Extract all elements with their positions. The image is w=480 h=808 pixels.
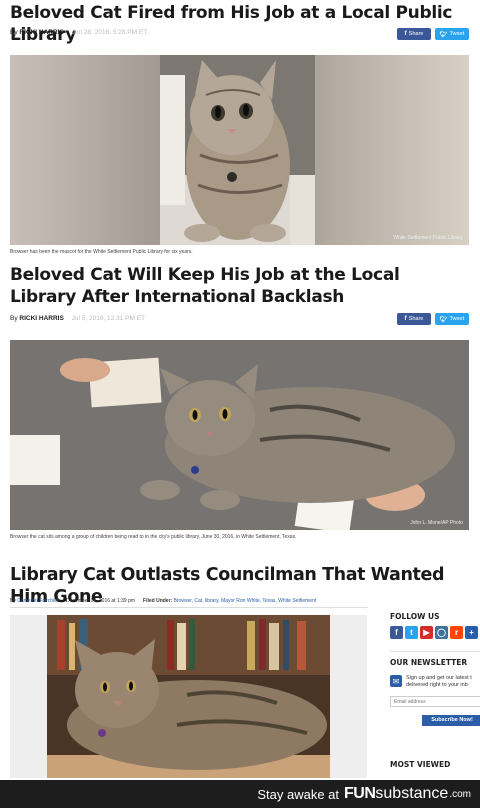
newsletter-title: OUR NEWSLETTER — [390, 658, 468, 667]
twitter-icon[interactable]: t — [405, 626, 418, 639]
logo-domain: .com — [449, 788, 471, 800]
reddit-icon[interactable]: r — [450, 626, 463, 639]
byline-date: December 14, 2016 at 1:39 pm — [66, 598, 136, 604]
logo-substance: substance — [375, 785, 449, 802]
newsletter-text-line-1: Sign up and get our latest t — [406, 675, 472, 681]
facebook-share-button[interactable]: f Share — [397, 28, 431, 40]
newsletter-text-line-2: delivered right to your inb — [406, 682, 468, 688]
sidebar-divider — [390, 651, 480, 652]
email-field[interactable] — [390, 696, 480, 707]
more-social-icon[interactable]: + — [465, 626, 478, 639]
facebook-icon: f — [404, 316, 407, 322]
twitter-icon: 🐦︎ — [439, 316, 448, 323]
article-2-byline: By RICKI HARRIS Jul 5, 2016, 12:31 PM ET — [10, 315, 145, 322]
facebook-icon[interactable]: f — [390, 626, 403, 639]
instagram-icon[interactable]: ◯ — [435, 626, 448, 639]
meta-divider — [10, 607, 368, 608]
twitter-icon: 🐦︎ — [439, 31, 448, 38]
footer-tagline: Stay awake at — [257, 786, 339, 802]
filed-under: Filed Under: Browser, Cat, library, Mayo… — [143, 598, 316, 604]
article-2-cat-photo: John L. Mone/AP Photo — [10, 340, 469, 530]
subscribe-button[interactable]: Subscribe Now! — [422, 714, 480, 726]
filed-under-label: Filed Under: — [143, 598, 173, 604]
cat-in-bookshelf-illustration — [47, 615, 330, 778]
newsletter-pitch: ✉ Sign up and get our latest t delivered… — [390, 675, 480, 689]
article-1: Beloved Cat Fired from His Job at a Loca… — [0, 0, 480, 256]
tag-links[interactable]: Browser, Cat, library, Mayor Ron White, … — [174, 598, 317, 604]
logo-fun: FUN — [344, 785, 376, 802]
byline-author[interactable]: RICKI HARRIS — [19, 315, 63, 322]
byline-author-wrap: By Cameron Fairchild — [10, 598, 58, 604]
article-1-byline: By RICKI HARRIS Jun 28, 2016, 5:28 PM ET — [10, 29, 147, 36]
facebook-icon: f — [404, 31, 407, 37]
follow-us-title: FOLLOW US — [390, 612, 440, 621]
share-buttons: f Share 🐦︎ Tweet — [397, 313, 469, 325]
funsubstance-footer: Stay awake at FUN substance .com — [0, 780, 480, 808]
twitter-tweet-button[interactable]: 🐦︎ Tweet — [435, 313, 469, 325]
byline-author[interactable]: Cameron Fairchild — [17, 598, 58, 604]
article-1-cat-photo: White Settlement Public Library — [10, 55, 469, 245]
article-2: Beloved Cat Will Keep His Job at the Loc… — [0, 258, 480, 558]
share-label: Share — [408, 31, 424, 37]
funsubstance-logo[interactable]: FUN substance .com — [344, 785, 471, 803]
article-2-caption: Browser the cat sits among a group of ch… — [10, 534, 297, 540]
article-3-cat-photo — [47, 615, 330, 778]
youtube-icon[interactable]: ▶ — [420, 626, 433, 639]
social-icons: f t ▶ ◯ r + — [390, 626, 480, 639]
tweet-label: Tweet — [449, 316, 465, 322]
tweet-label: Tweet — [449, 31, 465, 37]
article-1-caption: Browser has been the mascot for the Whit… — [10, 249, 193, 255]
byline-date: Jun 28, 2016, 5:28 PM ET — [71, 29, 148, 36]
byline-by: By — [10, 29, 18, 36]
article-3-photo-frame — [10, 615, 367, 778]
article-3-meta: By Cameron Fairchild December 14, 2016 a… — [10, 598, 316, 604]
byline-by: By — [10, 598, 16, 604]
cat-with-children-illustration — [10, 340, 469, 530]
byline-date: Jul 5, 2016, 12:31 PM ET — [71, 315, 145, 322]
share-label: Share — [408, 316, 424, 322]
article-2-headline[interactable]: Beloved Cat Will Keep His Job at the Loc… — [0, 264, 480, 308]
photo-credit: John L. Mone/AP Photo — [410, 520, 463, 526]
twitter-tweet-button[interactable]: 🐦︎ Tweet — [435, 28, 469, 40]
mail-icon: ✉ — [390, 675, 402, 687]
photo-credit: White Settlement Public Library — [393, 235, 463, 241]
cat-on-newspapers-illustration — [160, 55, 315, 245]
most-viewed-title: MOST VIEWED — [390, 760, 451, 769]
byline-author[interactable]: RICKI HARRIS — [19, 29, 63, 36]
facebook-share-button[interactable]: f Share — [397, 313, 431, 325]
newsletter-text: Sign up and get our latest t delivered r… — [406, 675, 472, 689]
share-buttons: f Share 🐦︎ Tweet — [397, 28, 469, 40]
sidebar: FOLLOW US f t ▶ ◯ r + OUR NEWSLETTER ✉ S… — [390, 612, 480, 726]
byline-by: By — [10, 315, 18, 322]
